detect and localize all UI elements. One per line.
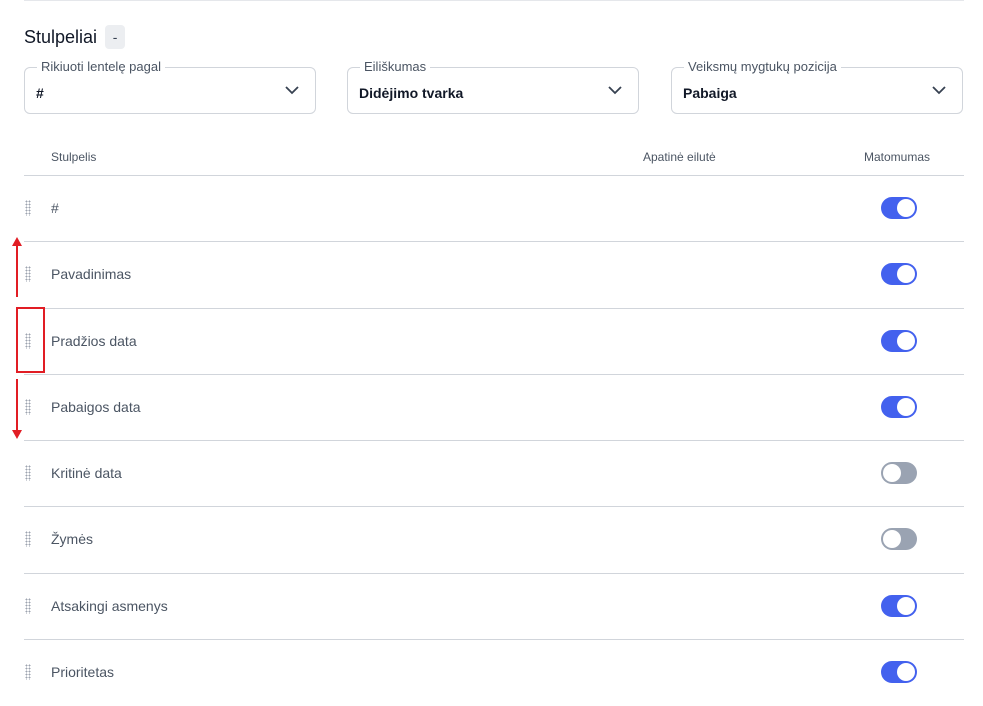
visibility-toggle[interactable] (881, 528, 917, 551)
visibility-toggle[interactable] (881, 197, 917, 219)
drag-handle-icon[interactable] (25, 332, 31, 349)
table-row[interactable]: # (24, 176, 964, 243)
drag-handle-icon[interactable] (25, 266, 31, 283)
visibility-toggle[interactable] (881, 395, 917, 418)
visibility-toggle[interactable] (881, 329, 917, 352)
top-divider (24, 0, 964, 1)
drag-handle-icon[interactable] (25, 200, 31, 216)
drag-handle-icon[interactable] (25, 398, 31, 415)
table-row[interactable]: Pabaigos data (24, 375, 964, 442)
visibility-toggle[interactable] (881, 462, 917, 485)
actions-position-select[interactable]: Veiksmų mygtukų pozicija Pabaiga (671, 59, 963, 114)
table-row[interactable]: Kritinė data (24, 441, 964, 508)
column-header-name: Stulpelis (51, 150, 97, 164)
order-value: Didėjimo tvarka (359, 85, 464, 101)
arrow-down-icon (12, 379, 22, 439)
actions-position-label: Veiksmų mygtukų pozicija (684, 59, 841, 74)
toggle-knob (897, 199, 915, 217)
toggle-knob (897, 596, 915, 615)
toggle-knob (897, 331, 915, 350)
sort-by-label: Rikiuoti lentelę pagal (37, 59, 165, 74)
table-row[interactable]: Prioritetas (24, 640, 964, 706)
column-name: Kritinė data (51, 465, 122, 482)
column-name: Pradžios data (51, 332, 137, 349)
drag-handle-icon[interactable] (25, 664, 31, 681)
toggle-knob (883, 530, 901, 549)
column-name: Atsakingi asmenys (51, 597, 168, 614)
column-name: Pabaigos data (51, 398, 141, 415)
column-list: # Pavadinimas Pradžios data Pabaigos dat… (24, 176, 964, 706)
section-header: Stulpeliai - (24, 25, 126, 49)
toggle-knob (897, 397, 915, 416)
sort-by-value: # (36, 85, 44, 101)
arrow-up-icon (12, 237, 22, 297)
table-row[interactable]: Atsakingi asmenys (24, 574, 964, 641)
visibility-toggle[interactable] (881, 661, 917, 684)
column-header-bottom-row: Apatinė eilutė (643, 150, 716, 164)
drag-handle-icon[interactable] (25, 531, 31, 548)
chevron-down-icon[interactable] (932, 85, 946, 95)
sort-by-select[interactable]: Rikiuoti lentelę pagal # (24, 59, 316, 114)
toggle-knob (897, 663, 915, 682)
toggle-knob (897, 265, 915, 284)
column-name: Prioritetas (51, 664, 115, 681)
actions-position-value: Pabaiga (683, 85, 737, 101)
table-row[interactable]: Pradžios data (24, 309, 964, 375)
order-label: Eiliškumas (360, 59, 431, 74)
column-name: # (51, 200, 59, 216)
table-row[interactable]: Pavadinimas (24, 242, 964, 309)
drag-handle-icon[interactable] (25, 597, 31, 614)
toggle-knob (883, 464, 901, 483)
visibility-toggle[interactable] (881, 263, 917, 286)
column-name: Žymės (51, 531, 93, 548)
chevron-down-icon[interactable] (285, 85, 299, 95)
column-header-visibility: Matomumas (864, 150, 931, 164)
drag-handle-icon[interactable] (25, 465, 31, 482)
table-header: Stulpelis Apatinė eilutė Matomumas (24, 150, 964, 176)
order-select[interactable]: Eiliškumas Didėjimo tvarka (347, 59, 639, 114)
visibility-toggle[interactable] (881, 594, 917, 617)
collapse-button[interactable]: - (105, 25, 126, 49)
column-name: Pavadinimas (51, 266, 132, 283)
section-title: Stulpeliai (24, 26, 98, 47)
chevron-down-icon[interactable] (608, 85, 622, 95)
table-row[interactable]: Žymės (24, 507, 964, 574)
